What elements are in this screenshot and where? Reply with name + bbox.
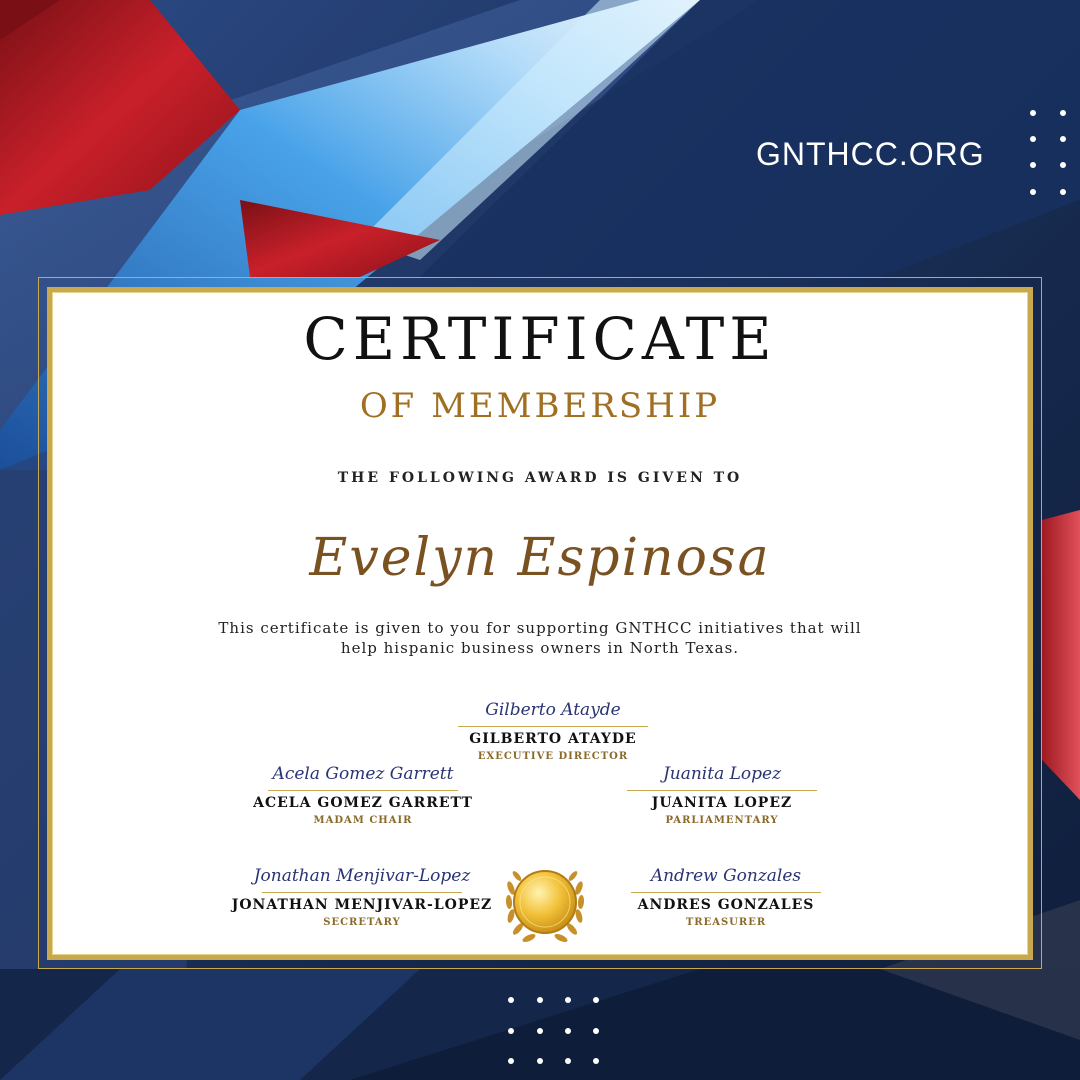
signatory-role: EXECUTIVE DIRECTOR: [477, 751, 629, 762]
signature: Acela Gomez Garrett: [272, 764, 454, 784]
signatory-role: TREASURER: [685, 917, 767, 928]
signatory-name: GILBERTO ATAYDE: [469, 731, 637, 747]
certificate-subtitle: OF MEMBERSHIP: [359, 386, 721, 426]
signature-line: [268, 790, 458, 791]
description-line-2: help hispanic business owners in North T…: [340, 639, 740, 657]
signature-block-secretary: Jonathan Menjivar-Lopez JONATHAN MENJIVA…: [212, 866, 512, 928]
signature-block-treasurer: Andrew Gonzales ANDRES GONZALES TREASURE…: [576, 866, 876, 928]
gold-seal-laurel-icon: [505, 870, 585, 943]
award-given-to-label: THE FOLLOWING AWARD IS GIVEN TO: [337, 470, 743, 486]
signatory-role: MADAM CHAIR: [313, 815, 413, 826]
website-url[interactable]: GNTHCC.ORG: [756, 136, 985, 173]
signature-line: [262, 892, 462, 893]
signature: Gilberto Atayde: [485, 700, 621, 720]
signature: Jonathan Menjivar-Lopez: [253, 866, 471, 886]
signature-line: [627, 790, 817, 791]
signature: Juanita Lopez: [662, 764, 782, 784]
signature-block-madam-chair: Acela Gomez Garrett ACELA GOMEZ GARRETT …: [213, 764, 513, 826]
certificate-description: This certificate is given to you for sup…: [0, 618, 1080, 658]
signatory-role: PARLIAMENTARY: [665, 815, 779, 826]
certificate-title: CERTIFICATE: [303, 305, 777, 373]
signature-line: [631, 892, 821, 893]
signature-line: [458, 726, 648, 727]
signatory-role: SECRETARY: [323, 917, 401, 928]
signature-block-parliamentary: Juanita Lopez JUANITA LOPEZ PARLIAMENTAR…: [572, 764, 872, 826]
signature: Andrew Gonzales: [650, 866, 802, 886]
signatory-name: JONATHAN MENJIVAR-LOPEZ: [231, 897, 493, 913]
signatory-name: ANDRES GONZALES: [637, 897, 815, 913]
signature-block-executive-director: Gilberto Atayde GILBERTO ATAYDE EXECUTIV…: [403, 700, 703, 762]
signatory-name: JUANITA LOPEZ: [651, 795, 793, 811]
description-line-1: This certificate is given to you for sup…: [218, 619, 862, 637]
signatory-name: ACELA GOMEZ GARRETT: [253, 795, 473, 811]
recipient-name: Evelyn Espinosa: [309, 528, 771, 588]
